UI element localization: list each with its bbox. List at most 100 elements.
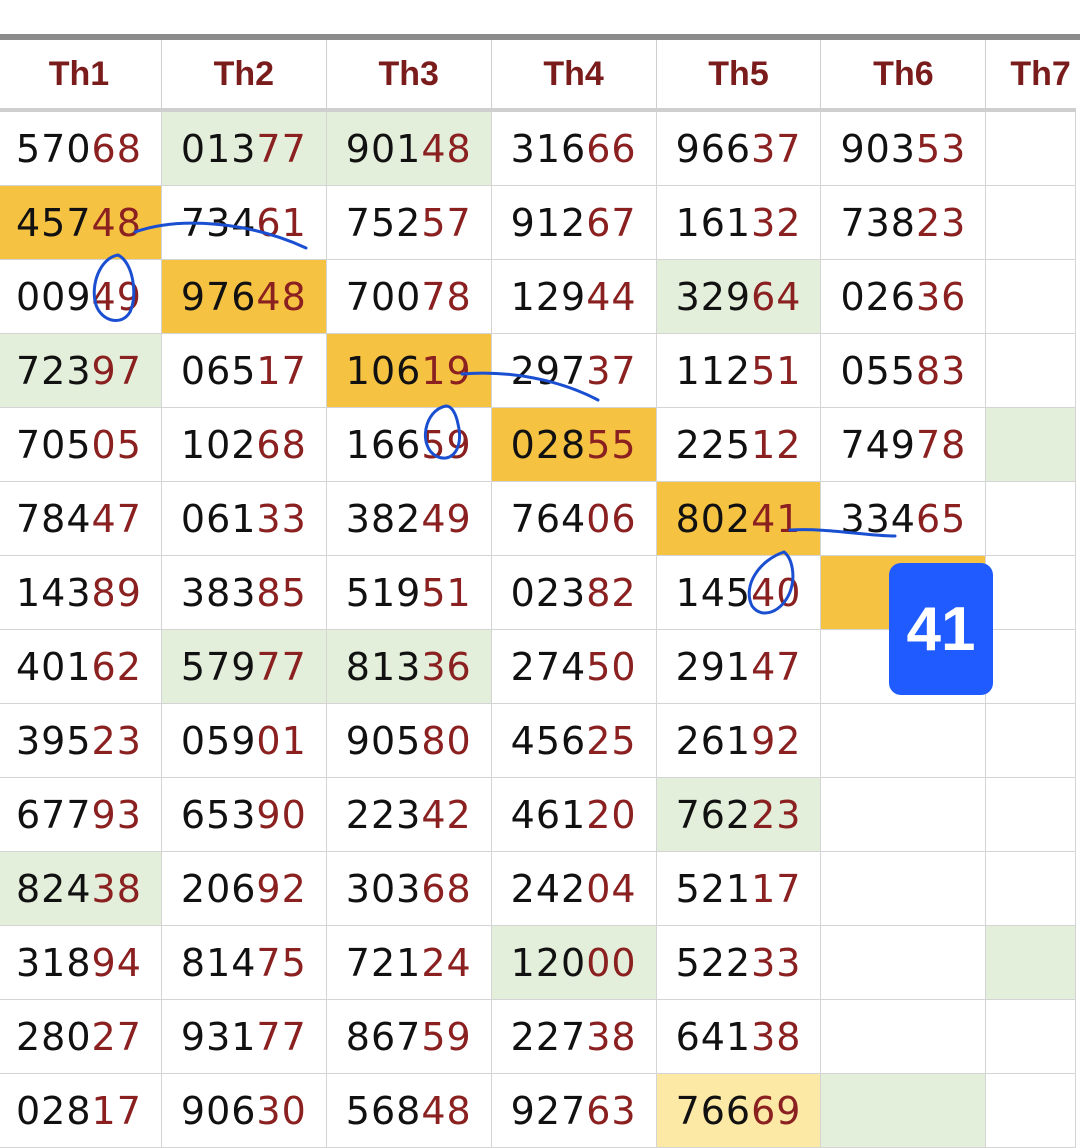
result-cell[interactable]: 82438 [0,851,162,926]
result-cell[interactable]: 29737 [490,333,657,408]
result-cell[interactable]: 22512 [655,407,822,482]
result-cell[interactable]: 76223 [655,777,822,852]
result-cell[interactable]: 00949 [0,259,162,334]
result-cell[interactable]: 33465 [820,481,987,556]
result-cell[interactable]: 91267 [490,185,657,260]
result-cell[interactable]: 10619 [325,333,492,408]
result-cell[interactable]: 26192 [655,703,822,778]
result-cell[interactable]: 02855 [490,407,657,482]
result-cell[interactable]: 40162 [0,629,162,704]
result-cell[interactable]: 12944 [490,259,657,334]
result-cell[interactable]: 27450 [490,629,657,704]
result-cell[interactable]: 80241 [655,481,822,556]
result-cell[interactable]: 31666 [490,109,657,186]
result-cell[interactable]: 97648 [160,259,327,334]
result-cell[interactable] [820,777,987,852]
result-cell[interactable] [985,407,1076,482]
result-cell[interactable]: 90353 [820,109,987,186]
result-cell[interactable]: 30368 [325,851,492,926]
result-cell[interactable]: 38249 [325,481,492,556]
result-cell[interactable] [820,1073,987,1148]
column-header-2[interactable]: Th2 [160,40,327,112]
result-cell[interactable]: 72124 [325,925,492,1000]
result-cell[interactable]: 05901 [160,703,327,778]
result-cell[interactable]: 73823 [820,185,987,260]
result-cell[interactable]: 06133 [160,481,327,556]
result-cell[interactable]: 81336 [325,629,492,704]
result-cell[interactable]: 75257 [325,185,492,260]
result-cell[interactable] [985,109,1076,186]
result-cell[interactable]: 96637 [655,109,822,186]
result-cell[interactable]: 14540 [655,555,822,630]
result-cell[interactable] [820,851,987,926]
result-cell[interactable]: 81475 [160,925,327,1000]
result-cell[interactable]: 39523 [0,703,162,778]
result-cell[interactable]: 11251 [655,333,822,408]
result-cell[interactable] [985,999,1076,1074]
result-cell[interactable] [985,629,1076,704]
result-cell[interactable]: 20692 [160,851,327,926]
result-cell[interactable]: 90630 [160,1073,327,1148]
result-cell[interactable]: 02636 [820,259,987,334]
result-cell[interactable]: 57068 [0,109,162,186]
column-header-5[interactable]: Th5 [655,40,821,112]
result-cell[interactable]: 70505 [0,407,162,482]
result-cell[interactable]: 02817 [0,1073,162,1148]
column-header-3[interactable]: Th3 [325,40,492,112]
result-cell[interactable] [985,185,1076,260]
result-cell[interactable]: 46120 [490,777,657,852]
result-cell[interactable]: 45748 [0,185,162,260]
result-cell[interactable] [985,333,1076,408]
result-cell[interactable]: 52233 [655,925,822,1000]
result-cell[interactable]: 05583 [820,333,987,408]
result-cell[interactable]: 76406 [490,481,657,556]
result-cell[interactable]: 29147 [655,629,822,704]
result-cell[interactable]: 90148 [325,109,492,186]
result-cell[interactable]: 02382 [490,555,657,630]
result-cell[interactable]: 78447 [0,481,162,556]
column-header-7[interactable]: Th7 [985,40,1076,112]
result-cell[interactable]: 72397 [0,333,162,408]
result-cell[interactable]: 31894 [0,925,162,1000]
result-cell[interactable]: 06517 [160,333,327,408]
result-cell[interactable] [985,1073,1076,1148]
result-cell[interactable]: 16659 [325,407,492,482]
result-cell[interactable]: 12000 [490,925,657,1000]
result-cell[interactable] [820,999,987,1074]
result-cell[interactable]: 90580 [325,703,492,778]
result-cell[interactable]: 01377 [160,109,327,186]
result-cell[interactable]: 73461 [160,185,327,260]
result-cell[interactable] [985,925,1076,1000]
result-cell[interactable]: 14389 [0,555,162,630]
result-cell[interactable]: 76669 [655,1073,822,1148]
result-cell[interactable] [985,555,1076,630]
result-cell[interactable]: 57977 [160,629,327,704]
result-cell[interactable]: 51951 [325,555,492,630]
result-cell[interactable] [820,925,987,1000]
result-cell[interactable]: 45625 [490,703,657,778]
result-cell[interactable]: 22738 [490,999,657,1074]
result-cell[interactable]: 64138 [655,999,822,1074]
result-cell[interactable]: 22342 [325,777,492,852]
result-cell[interactable] [820,703,987,778]
result-cell[interactable]: 86759 [325,999,492,1074]
result-cell[interactable]: 38385 [160,555,327,630]
result-cell[interactable]: 92763 [490,1073,657,1148]
result-cell[interactable]: 67793 [0,777,162,852]
result-cell[interactable]: 93177 [160,999,327,1074]
column-header-4[interactable]: Th4 [490,40,657,112]
result-cell[interactable] [985,703,1076,778]
result-cell[interactable]: 52117 [655,851,822,926]
result-cell[interactable]: 28027 [0,999,162,1074]
result-cell[interactable] [985,777,1076,852]
column-header-6[interactable]: Th6 [820,40,986,112]
count-badge[interactable]: 41 [889,563,993,695]
column-header-1[interactable]: Th1 [0,40,162,112]
result-cell[interactable]: 74978 [820,407,987,482]
result-cell[interactable]: 70078 [325,259,492,334]
result-cell[interactable] [985,481,1076,556]
result-cell[interactable]: 65390 [160,777,327,852]
result-cell[interactable]: 24204 [490,851,657,926]
result-cell[interactable]: 10268 [160,407,327,482]
result-cell[interactable]: 32964 [655,259,822,334]
